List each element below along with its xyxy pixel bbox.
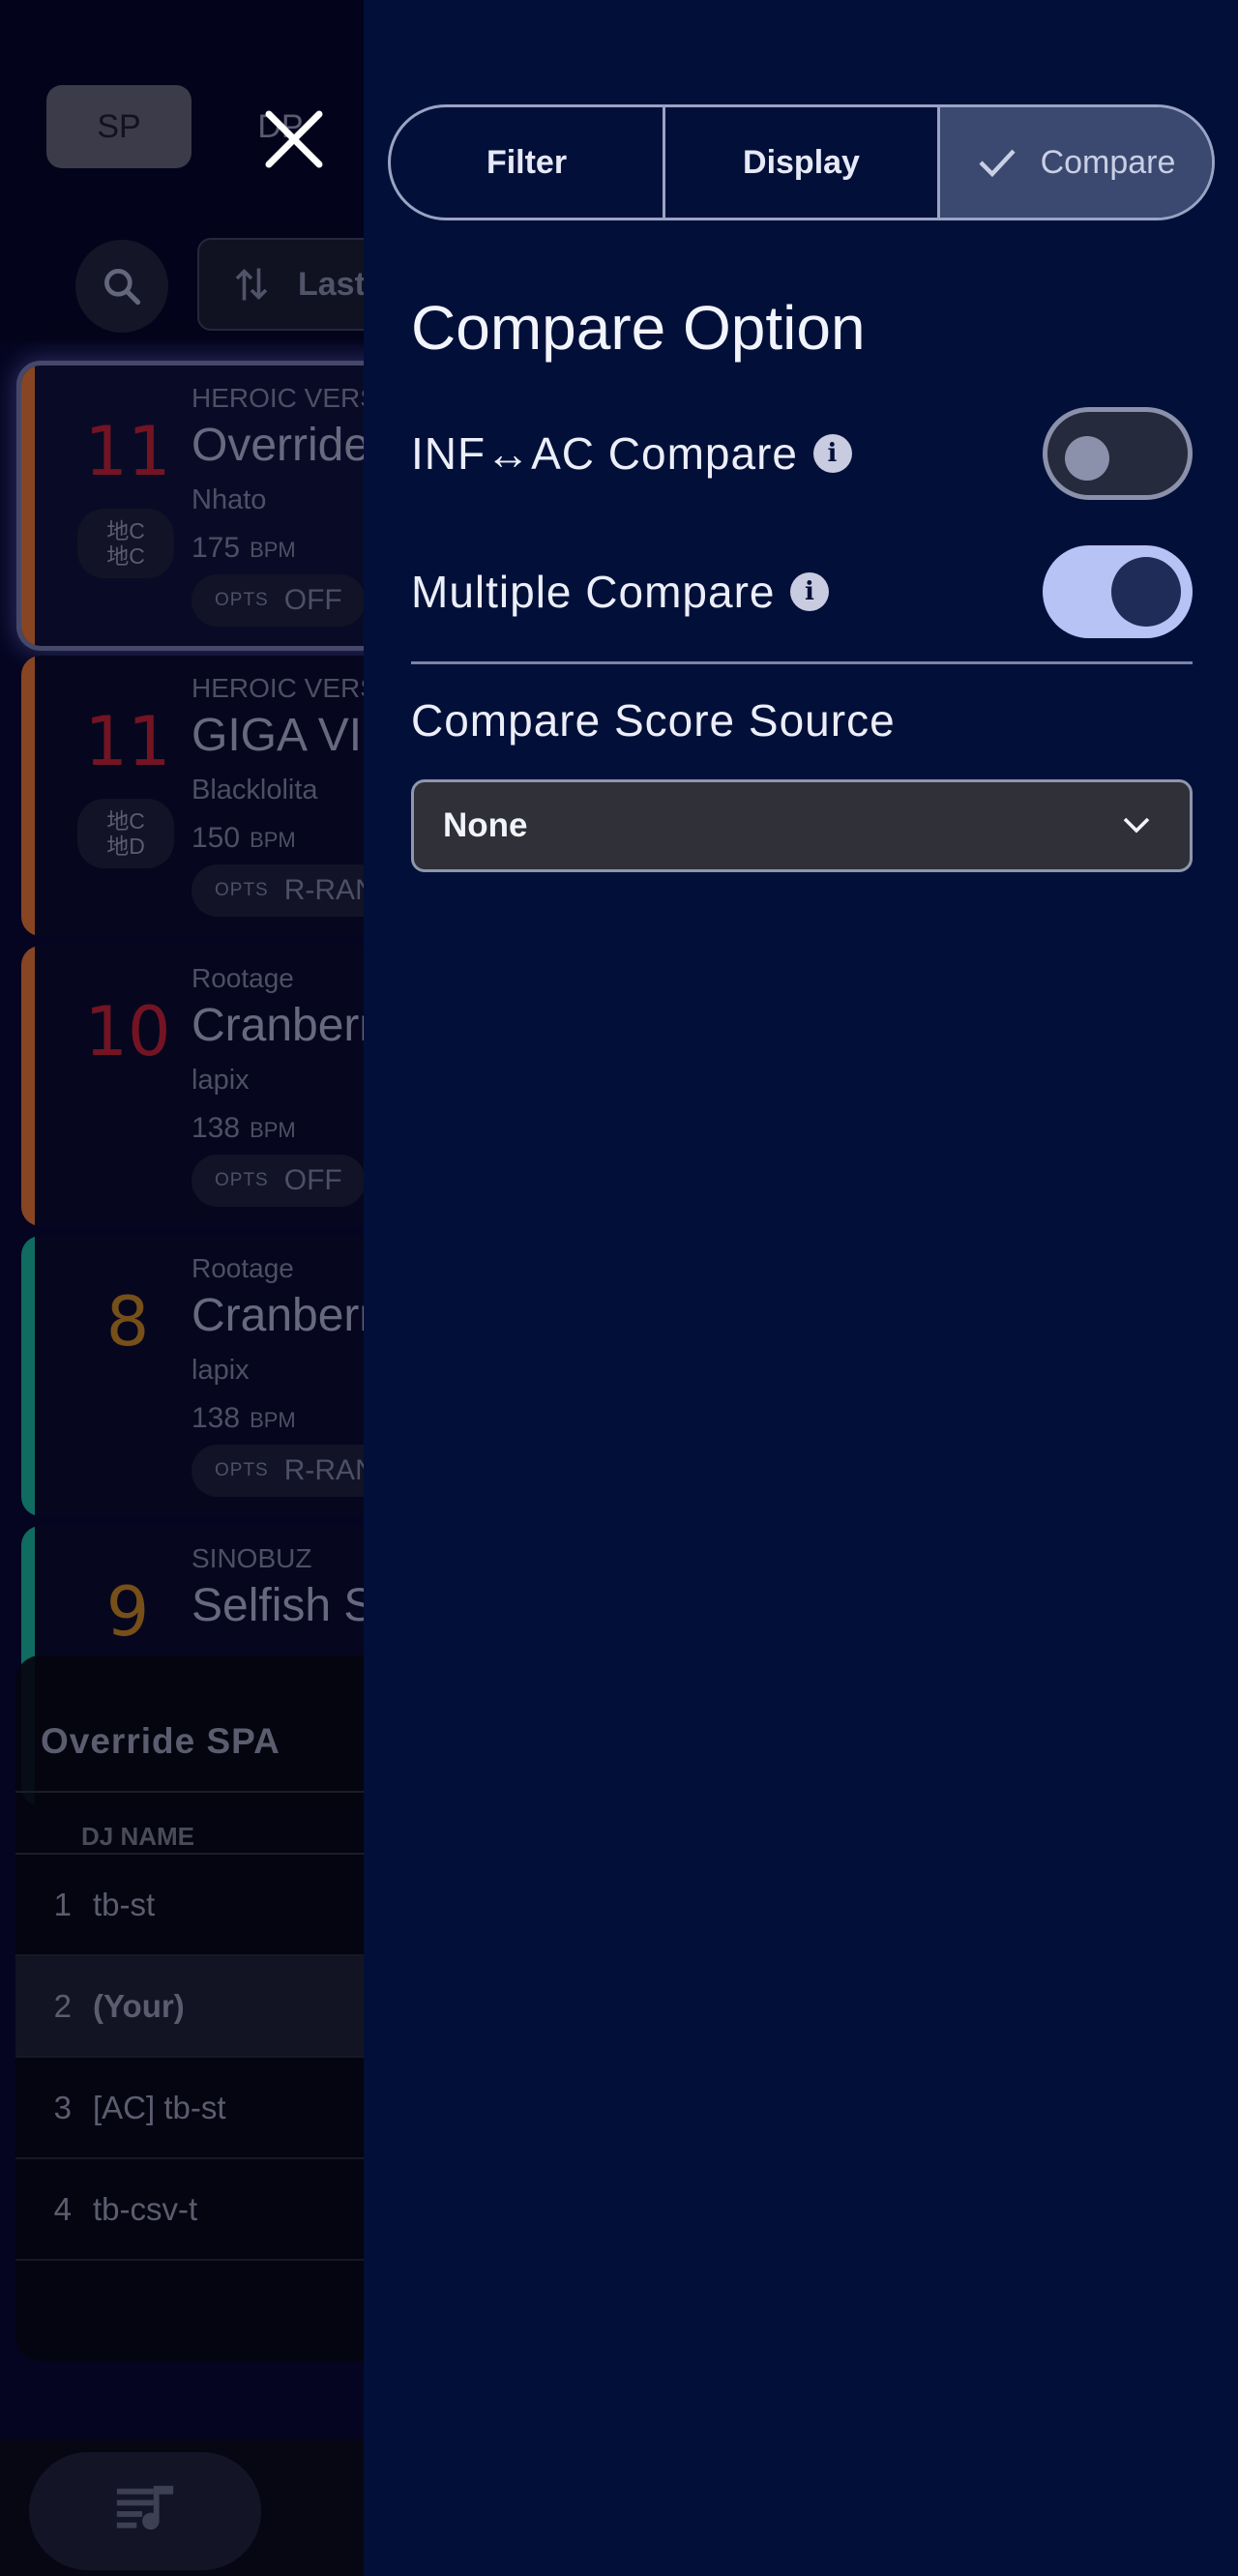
section-title: Compare Option [411,293,866,363]
drawer-scrim[interactable] [0,0,368,2576]
tab-compare-label: Compare [1040,143,1176,181]
option-inf-ac-compare-label: INF↔AC Compare [411,428,798,479]
check-icon [979,149,1016,178]
multiple-compare-toggle[interactable] [1043,545,1193,638]
option-multiple-compare: Multiple Compare i [411,545,1193,638]
score-source-label: Compare Score Source [411,695,896,746]
option-inf-ac-compare: INF↔AC Compare i [411,407,1193,500]
toggle-knob [1111,557,1181,627]
chevron-down-icon [1123,817,1150,834]
drawer-tabs: Filter Display Compare [388,104,1215,220]
inf-ac-compare-toggle[interactable] [1043,407,1193,500]
toggle-knob [1065,436,1109,481]
tab-display[interactable]: Display [663,107,937,218]
settings-drawer: Filter Display Compare Compare Option IN… [364,0,1238,2576]
tab-filter[interactable]: Filter [391,107,663,218]
tab-compare[interactable]: Compare [937,107,1212,218]
option-multiple-compare-label: Multiple Compare [411,567,776,617]
score-source-value: None [443,806,528,844]
divider [411,661,1193,664]
info-icon[interactable]: i [812,434,852,473]
tab-display-label: Display [743,143,860,181]
tab-filter-label: Filter [486,143,568,181]
close-icon[interactable] [263,108,325,170]
info-icon[interactable]: i [790,572,830,611]
score-source-select[interactable]: None [411,779,1193,872]
